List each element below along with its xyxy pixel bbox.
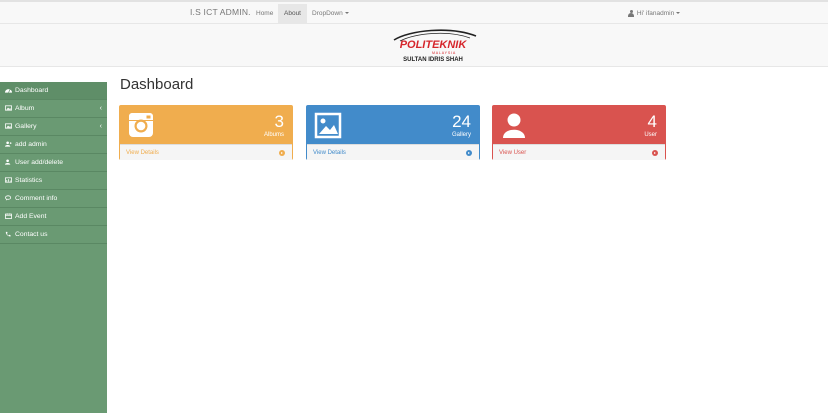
sidebar-item-add-event[interactable]: Add Event xyxy=(0,208,107,226)
caret-down-icon xyxy=(344,12,349,15)
sidebar-item-label: Dashboard xyxy=(15,87,49,94)
albums-panel: 3 Albums View Details xyxy=(119,105,293,160)
user-panel-heading: 4 User xyxy=(493,106,665,144)
arrow-circle-right-icon xyxy=(652,150,658,156)
sidebar-item-label: add admin xyxy=(15,141,47,148)
chevron-left-icon: ‹ xyxy=(99,123,102,130)
sidebar-item-album[interactable]: Album ‹ xyxy=(0,100,107,118)
sidebar-item-label: Album xyxy=(15,105,35,112)
sidebar-item-add-admin[interactable]: add admin xyxy=(0,136,107,154)
footer-link-label: View Details xyxy=(313,150,346,156)
logo-text-name: SULTAN IDRIS SHAH xyxy=(403,57,463,63)
footer-link-label: View Details xyxy=(126,150,159,156)
gallery-view-details-link[interactable]: View Details xyxy=(307,144,479,160)
calendar-icon xyxy=(5,212,12,219)
user-icon xyxy=(5,158,11,165)
arrow-circle-right-icon xyxy=(466,150,472,156)
image-icon xyxy=(5,122,12,129)
logo-text-sub: MALAYSIA xyxy=(432,51,456,55)
gallery-label: Gallery xyxy=(451,132,471,138)
user-menu[interactable]: Hi' ifanadmin xyxy=(622,4,686,24)
sidebar-item-comment-info[interactable]: Comment info xyxy=(0,190,107,208)
user-panel: 4 User View User xyxy=(492,105,666,160)
gallery-panel-heading: 24 Gallery xyxy=(307,106,479,144)
user-count: 4 xyxy=(647,112,657,131)
logo-band: POLITEKNIK MALAYSIA SULTAN IDRIS SHAH xyxy=(0,24,828,67)
navbar-brand[interactable]: I.S ICT ADMIN. xyxy=(190,7,251,17)
sidebar: Dashboard Album ‹ Gallery ‹ add admin Us… xyxy=(0,82,107,413)
chevron-left-icon: ‹ xyxy=(99,105,102,112)
phone-icon xyxy=(5,231,11,236)
sidebar-item-label: Add Event xyxy=(15,213,47,220)
user-add-icon xyxy=(5,140,12,147)
page-title: Dashboard xyxy=(120,76,194,93)
user-label: User xyxy=(644,132,657,138)
user-menu-label: Hi' ifanadmin xyxy=(636,10,675,17)
sidebar-item-statistics[interactable]: Statistics xyxy=(0,172,107,190)
sidebar-item-label: Contact us xyxy=(15,231,48,238)
dashboard-icon xyxy=(5,88,12,93)
nav-dropdown[interactable]: DropDown xyxy=(306,4,355,24)
image-icon xyxy=(5,104,12,111)
picture-icon xyxy=(314,112,342,139)
top-navbar: I.S ICT ADMIN. Home About DropDown Hi' i… xyxy=(0,0,828,24)
logo-text-main: POLITEKNIK xyxy=(400,39,468,51)
nav-dropdown-label: DropDown xyxy=(312,10,343,17)
caret-down-icon xyxy=(676,12,681,15)
view-user-link[interactable]: View User xyxy=(493,144,665,160)
comments-icon xyxy=(5,194,12,201)
sidebar-item-dashboard[interactable]: Dashboard xyxy=(0,82,107,100)
gallery-panel: 24 Gallery View Details xyxy=(306,105,480,160)
albums-view-details-link[interactable]: View Details xyxy=(120,144,292,160)
gallery-count: 24 xyxy=(452,112,471,131)
sidebar-item-label: Statistics xyxy=(15,177,43,184)
sidebar-item-label: User add/delete xyxy=(15,159,63,166)
nav-home[interactable]: Home xyxy=(250,4,279,24)
user-icon xyxy=(503,113,525,138)
albums-count: 3 xyxy=(274,112,284,131)
nav-about[interactable]: About xyxy=(278,4,307,24)
chart-icon xyxy=(5,176,12,183)
sidebar-item-user-add-delete[interactable]: User add/delete xyxy=(0,154,107,172)
sidebar-item-gallery[interactable]: Gallery ‹ xyxy=(0,118,107,136)
sidebar-item-label: Gallery xyxy=(15,123,37,130)
sidebar-item-contact-us[interactable]: Contact us xyxy=(0,226,107,244)
sidebar-item-label: Comment info xyxy=(15,195,58,202)
politeknik-logo: POLITEKNIK MALAYSIA SULTAN IDRIS SHAH xyxy=(393,29,477,63)
user-icon xyxy=(628,9,634,17)
footer-link-label: View User xyxy=(499,150,527,156)
arrow-circle-right-icon xyxy=(279,150,285,156)
albums-panel-heading: 3 Albums xyxy=(120,106,292,144)
albums-label: Albums xyxy=(263,132,284,138)
instagram-icon xyxy=(129,113,153,137)
